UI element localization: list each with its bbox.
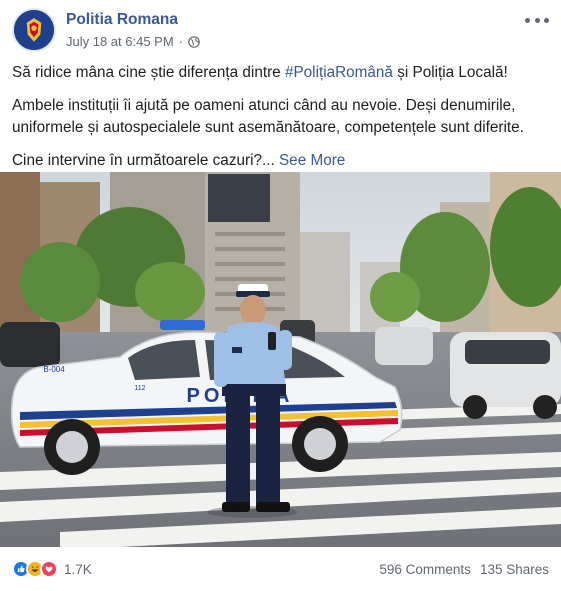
post-footer: 1.7K 596 Comments 135 Shares	[12, 558, 549, 580]
love-icon	[40, 560, 58, 578]
post-photo[interactable]: POLITIA B-004 112	[0, 172, 561, 547]
post-text-question: Cine intervine în următoarele cazuri?...	[12, 152, 275, 169]
car-number: 112	[134, 385, 145, 392]
car-plate: B-004	[43, 365, 65, 374]
post-timestamp[interactable]: July 18 at 6:45 PM	[66, 34, 174, 49]
comments-count-link[interactable]: 596 Comments	[379, 562, 471, 577]
see-more-link[interactable]: See More	[279, 152, 345, 169]
post-text-segment: și Poliția Locală!	[392, 64, 508, 81]
post-text-paragraph3: Cine intervine în următoarele cazuri?...…	[12, 150, 549, 172]
police-officer-photo: POLITIA B-004 112	[0, 172, 561, 547]
post-text-line1: Să ridice mâna cine știe diferența dintr…	[12, 62, 549, 84]
post-text-segment: Să ridice mâna cine știe diferența dintr…	[12, 64, 285, 81]
engagement-stats: 596 Comments 135 Shares	[379, 562, 549, 577]
post-text-paragraph2: Ambele instituții îi ajută pe oameni atu…	[12, 97, 524, 136]
hashtag-link[interactable]: #PolițiaRomână	[285, 64, 393, 81]
post-text: Să ridice mâna cine știe diferența dintr…	[12, 62, 549, 183]
reactions-summary[interactable]: 1.7K	[12, 560, 92, 578]
reaction-count[interactable]: 1.7K	[64, 562, 92, 577]
meta-separator: ·	[178, 34, 184, 49]
facebook-post: Politia Romana July 18 at 6:45 PM · Să r…	[0, 0, 561, 591]
post-meta: July 18 at 6:45 PM ·	[66, 34, 200, 49]
more-options-icon[interactable]	[525, 12, 549, 28]
page-avatar[interactable]	[12, 8, 56, 52]
globe-icon[interactable]	[188, 35, 200, 48]
police-crest-icon	[14, 10, 54, 50]
shares-count-link[interactable]: 135 Shares	[480, 562, 549, 577]
post-header: Politia Romana July 18 at 6:45 PM ·	[12, 8, 549, 52]
page-name-link[interactable]: Politia Romana	[66, 11, 178, 29]
